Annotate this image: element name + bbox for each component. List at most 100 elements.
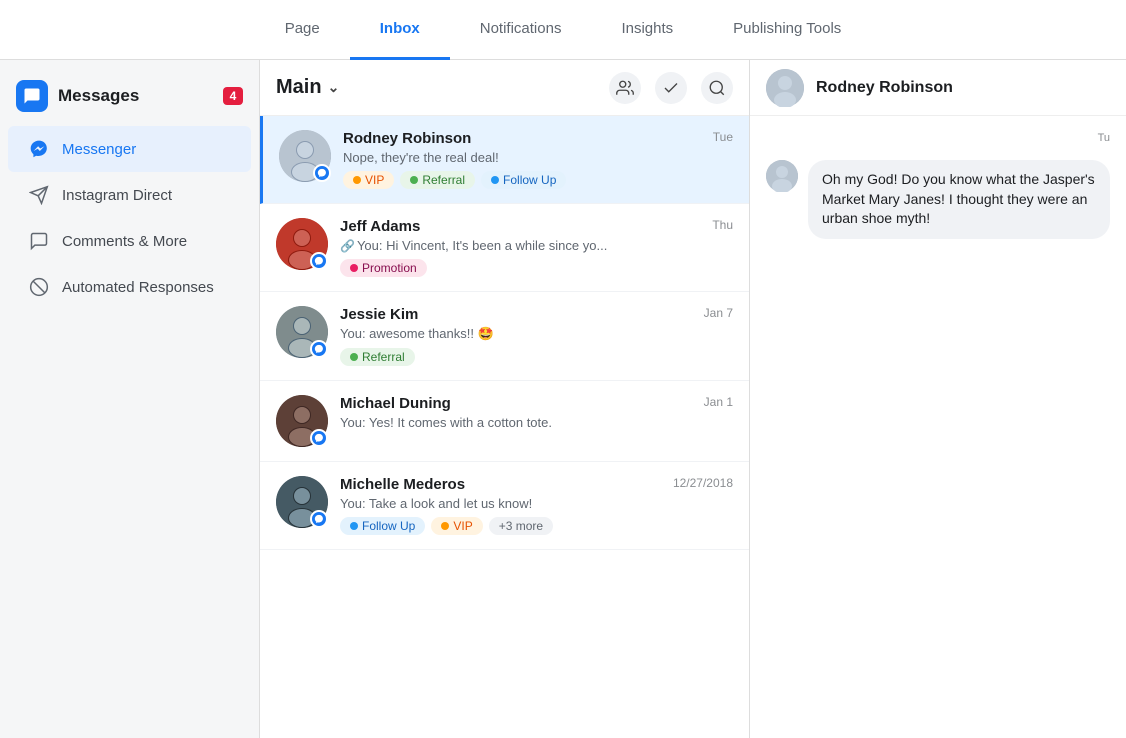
checkmark-icon[interactable] [655,72,687,104]
inbox-list: Rodney Robinson Tue Nope, they're the re… [260,116,749,738]
tag-dot [441,522,449,530]
inbox-item-name-michael: Michael Duning [340,395,451,412]
inbox-title-dropdown[interactable]: Main ⌄ [276,76,339,99]
sidebar: Messages 4 Messenger Instagram Direct [0,60,260,738]
inbox-item-name-rodney: Rodney Robinson [343,130,471,147]
chat-contact-name: Rodney Robinson [816,79,953,97]
inbox-item-preview-michelle: You: Take a look and let us know! [340,496,733,511]
inbox-item-preview-michael: You: Yes! It comes with a cotton tote. [340,415,733,430]
inbox-item-time-michelle: 12/27/2018 [673,476,733,490]
inbox-item-time-rodney: Tue [713,130,733,144]
inbox-item-top-michael: Michael Duning Jan 1 [340,395,733,412]
chat-timestamp: Tu [1098,132,1110,144]
inbox-item-content-jeff: Jeff Adams Thu 🔗You: Hi Vincent, It's be… [340,218,733,277]
inbox-item-jeff[interactable]: Jeff Adams Thu 🔗You: Hi Vincent, It's be… [260,204,749,292]
sidebar-title: Messages [58,86,213,106]
messenger-badge-michelle [310,510,328,528]
people-icon[interactable] [609,72,641,104]
sidebar-item-messenger[interactable]: Messenger [8,126,251,172]
tab-inbox[interactable]: Inbox [350,0,450,60]
main-layout: Messages 4 Messenger Instagram Direct [0,60,1126,738]
inbox-header: Main ⌄ [260,60,749,116]
tag-dot [491,176,499,184]
tag-dot [410,176,418,184]
automated-responses-icon [28,276,50,298]
sidebar-item-label-automated: Automated Responses [62,279,214,296]
tag-dot [350,353,358,361]
tag-dot [350,522,358,530]
messenger-badge-jessie [310,340,328,358]
messenger-badge-rodney [313,164,331,182]
sidebar-item-automated[interactable]: Automated Responses [8,264,251,310]
inbox-item-time-jeff: Thu [712,218,733,232]
top-nav: Page Inbox Notifications Insights Publis… [0,0,1126,60]
sidebar-item-comments[interactable]: Comments & More [8,218,251,264]
inbox-item-tags-rodney: VIP Referral Follow Up [343,171,733,189]
sidebar-icon [16,80,48,112]
chat-body: Tu Oh my God! Do you know what the Jaspe… [750,116,1126,738]
inbox-item-content-rodney: Rodney Robinson Tue Nope, they're the re… [343,130,733,189]
sidebar-header: Messages 4 [0,70,259,126]
tag-dot [350,264,358,272]
inbox-item-preview-jessie: You: awesome thanks!! 🤩 [340,326,733,342]
chat-bubble-1: Oh my God! Do you know what the Jasper's… [808,160,1110,239]
inbox-title: Main [276,76,322,99]
tag-referral-jessie[interactable]: Referral [340,348,415,366]
comments-icon [28,230,50,252]
tag-vip-michelle[interactable]: VIP [431,517,482,535]
tag-more-michelle[interactable]: +3 more [489,517,553,535]
inbox-item-jessie[interactable]: Jessie Kim Jan 7 You: awesome thanks!! 🤩… [260,292,749,381]
instagram-direct-icon [28,184,50,206]
inbox-item-time-jessie: Jan 7 [704,306,733,320]
inbox-item-top-michelle: Michelle Mederos 12/27/2018 [340,476,733,493]
inbox-item-name-jeff: Jeff Adams [340,218,420,235]
tag-followup-rodney[interactable]: Follow Up [481,171,566,189]
chat-mini-avatar [766,160,798,192]
inbox-item-michelle[interactable]: Michelle Mederos 12/27/2018 You: Take a … [260,462,749,550]
chat-message-row-1: Oh my God! Do you know what the Jasper's… [766,160,1110,239]
avatar-wrap-michael [276,395,328,447]
inbox-item-top-jeff: Jeff Adams Thu [340,218,733,235]
sidebar-item-label-messenger: Messenger [62,141,136,158]
top-nav-tabs: Page Inbox Notifications Insights Publis… [255,0,872,60]
inbox-item-tags-michelle: Follow Up VIP +3 more [340,517,733,535]
tag-promotion-jeff[interactable]: Promotion [340,259,427,277]
inbox-item-time-michael: Jan 1 [704,395,733,409]
inbox-item-tags-jessie: Referral [340,348,733,366]
inbox-item-content-jessie: Jessie Kim Jan 7 You: awesome thanks!! 🤩… [340,306,733,366]
messenger-badge-michael [310,429,328,447]
inbox-item-top-jessie: Jessie Kim Jan 7 [340,306,733,323]
sidebar-badge: 4 [223,87,243,105]
chat-header-avatar [766,69,804,107]
inbox-item-tags-jeff: Promotion [340,259,733,277]
inbox-item-content-michelle: Michelle Mederos 12/27/2018 You: Take a … [340,476,733,535]
inbox-item-name-michelle: Michelle Mederos [340,476,465,493]
inbox-item-top-rodney: Rodney Robinson Tue [343,130,733,147]
inbox-item-preview-jeff: 🔗You: Hi Vincent, It's been a while sinc… [340,238,733,253]
tab-publishing-tools[interactable]: Publishing Tools [703,0,871,60]
attachment-icon: 🔗 [340,239,355,253]
tag-referral-rodney[interactable]: Referral [400,171,475,189]
inbox-item-name-jessie: Jessie Kim [340,306,418,323]
messenger-icon [28,138,50,160]
avatar-wrap-jessie [276,306,328,358]
inbox-item-content-michael: Michael Duning Jan 1 You: Yes! It comes … [340,395,733,436]
search-icon[interactable] [701,72,733,104]
sidebar-item-label-instagram: Instagram Direct [62,187,172,204]
tab-page[interactable]: Page [255,0,350,60]
avatar-wrap-rodney [279,130,331,182]
avatar-wrap-jeff [276,218,328,270]
sidebar-item-label-comments: Comments & More [62,233,187,250]
chevron-down-icon: ⌄ [328,79,340,96]
tag-followup-michelle[interactable]: Follow Up [340,517,425,535]
chat-header: Rodney Robinson [750,60,1126,116]
inbox-item-preview-rodney: Nope, they're the real deal! [343,150,733,165]
tag-vip-rodney[interactable]: VIP [343,171,394,189]
tab-insights[interactable]: Insights [591,0,703,60]
inbox-panel: Main ⌄ [260,60,750,738]
inbox-item-rodney[interactable]: Rodney Robinson Tue Nope, they're the re… [260,116,749,204]
inbox-item-michael[interactable]: Michael Duning Jan 1 You: Yes! It comes … [260,381,749,462]
tab-notifications[interactable]: Notifications [450,0,592,60]
tag-dot [353,176,361,184]
sidebar-item-instagram[interactable]: Instagram Direct [8,172,251,218]
